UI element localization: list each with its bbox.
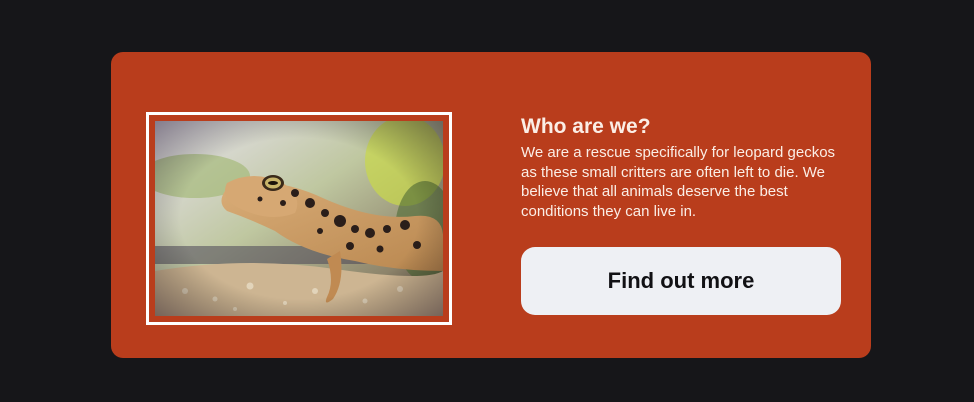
section-description: We are a rescue specifically for leopard… <box>521 144 836 220</box>
section-heading: Who are we? <box>521 115 651 138</box>
about-text: Who are we? We are a rescue specifically… <box>521 114 841 221</box>
about-card: Who are we? We are a rescue specifically… <box>111 52 871 358</box>
leopard-gecko-photo <box>155 121 443 316</box>
find-out-more-button[interactable]: Find out more <box>521 247 841 315</box>
photo-frame <box>146 112 452 325</box>
